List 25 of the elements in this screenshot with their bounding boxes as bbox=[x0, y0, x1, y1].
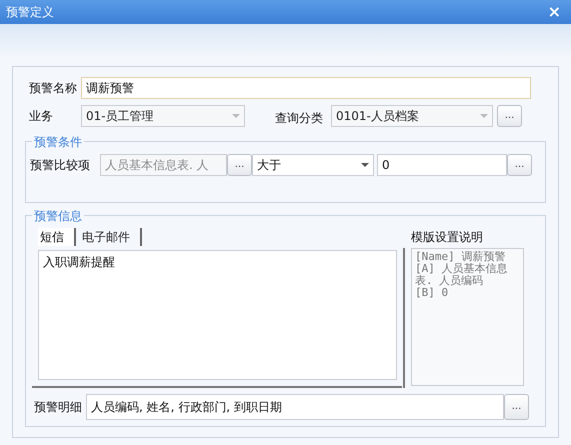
field-label: 预警比较项 bbox=[30, 157, 91, 174]
caret-icon bbox=[232, 114, 240, 118]
browse-button[interactable]: ... bbox=[227, 154, 252, 176]
section-legend: 预警信息 bbox=[32, 207, 84, 225]
field-label: 预警名称 bbox=[28, 80, 78, 97]
field-label: 业务 bbox=[28, 108, 54, 125]
window-title: 预警定义 bbox=[6, 4, 54, 21]
template-line: [B] 0 bbox=[415, 287, 450, 299]
value-field[interactable]: 0 bbox=[377, 154, 507, 176]
browse-button[interactable]: ... bbox=[504, 394, 529, 420]
caret-icon bbox=[480, 114, 488, 118]
template-title: 模版设置说明 bbox=[411, 229, 484, 246]
dropdown[interactable]: 大于 bbox=[252, 154, 374, 176]
caret-icon bbox=[361, 163, 369, 167]
field-label: 查询分类 bbox=[275, 110, 323, 127]
tab[interactable]: 电子邮件 bbox=[76, 228, 142, 246]
field-label: 预警明细 bbox=[33, 399, 83, 416]
template-line: [A] 人员基本信息表. 人员编码 bbox=[415, 263, 508, 287]
detail-field[interactable]: 人员编码, 姓名, 行政部门, 到职日期 bbox=[86, 394, 504, 420]
message-textarea[interactable]: 入职调薪提醒 bbox=[38, 250, 397, 380]
tab[interactable]: 短信 bbox=[38, 228, 76, 246]
name-field[interactable]: 调薪预警 bbox=[81, 77, 531, 99]
browse-button[interactable]: ... bbox=[507, 154, 532, 176]
template-line: [Name] 调薪预警 bbox=[415, 251, 506, 263]
section-legend: 预警条件 bbox=[32, 133, 84, 151]
